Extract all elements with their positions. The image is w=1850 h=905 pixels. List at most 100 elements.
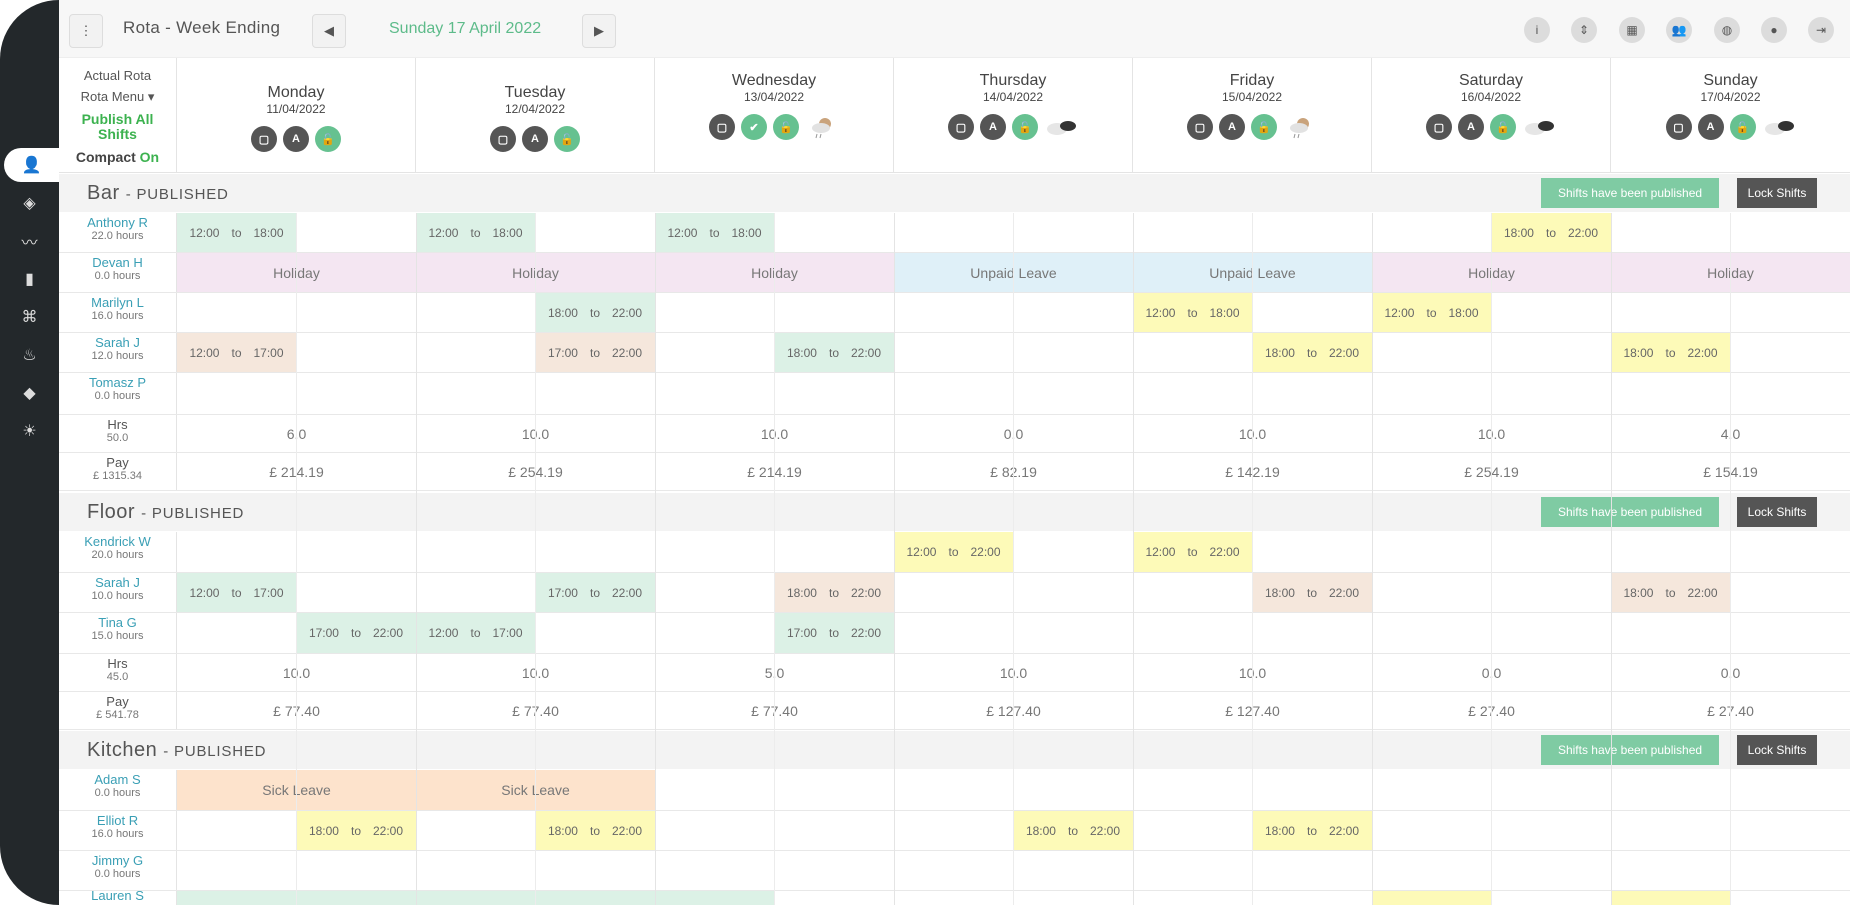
note-icon[interactable]: ▢ [251, 126, 277, 152]
shift-block[interactable]: 18:00 to 22:00 [1252, 333, 1372, 372]
profile-icon[interactable]: ● [1761, 17, 1787, 43]
shift-block[interactable]: 18:00 to 22:00 [1252, 573, 1372, 612]
unlock-icon[interactable]: 🔓 [315, 126, 341, 152]
auto-assign-icon[interactable]: A [283, 126, 309, 152]
shift-block[interactable]: 18:00 to 22:00 [1611, 573, 1730, 612]
user-icon[interactable]: 👤 [4, 148, 59, 182]
staff-cell[interactable]: Sarah J 12.0 hours [59, 333, 177, 372]
shift-block[interactable] [1611, 891, 1730, 905]
shift-block[interactable]: 12:00 to 18:00 [416, 213, 535, 252]
unlock-icon[interactable]: 🔓 [554, 126, 580, 152]
diamond-icon[interactable]: ◆ [0, 376, 59, 410]
chart-line-icon[interactable]: 〰 [0, 224, 59, 258]
shift-block[interactable]: 12:00 to 22:00 [894, 532, 1013, 572]
sort-icon[interactable]: ⇕ [1571, 17, 1597, 43]
staff-cell[interactable]: Elliot R 16.0 hours [59, 811, 177, 850]
shift-block[interactable]: 12:00 to 18:00 [1372, 293, 1491, 332]
unlock-icon[interactable]: 🔓 [1012, 114, 1038, 140]
auto-assign-icon[interactable]: A [980, 114, 1006, 140]
shift-block[interactable]: 18:00 to 22:00 [296, 811, 416, 850]
staff-cell[interactable]: Adam S 0.0 hours [59, 770, 177, 810]
next-week-button[interactable]: ▶ [582, 14, 616, 48]
grid-icon[interactable]: ▦ [1619, 17, 1645, 43]
sick-leave-block[interactable]: Sick Leave [177, 770, 416, 810]
staff-cell[interactable]: Tina G 15.0 hours [59, 613, 177, 653]
note-icon[interactable]: ▢ [1187, 114, 1213, 140]
shifts-published-button[interactable]: Shifts have been published [1541, 497, 1719, 527]
users-icon[interactable]: 👥 [1666, 17, 1692, 43]
info-icon[interactable]: i [1524, 17, 1550, 43]
shift-block[interactable]: 18:00 to 22:00 [1252, 811, 1372, 850]
holiday-block[interactable]: Holiday [655, 253, 894, 292]
publish-all-button[interactable]: Publish All Shifts [59, 112, 176, 142]
staff-cell[interactable]: Anthony R 22.0 hours [59, 213, 177, 252]
rota-menu-dropdown[interactable]: Rota Menu ▾ [59, 89, 176, 105]
staff-cell[interactable]: Devan H 0.0 hours [59, 253, 177, 292]
shift-block[interactable]: 18:00 to 22:00 [535, 811, 655, 850]
auto-assign-icon[interactable]: A [1697, 114, 1724, 140]
shifts-published-button[interactable]: Shifts have been published [1541, 735, 1719, 765]
shift-block[interactable]: 12:00 to 22:00 [1133, 532, 1252, 572]
tag-icon[interactable]: ⌘ [0, 300, 59, 334]
staff-cell[interactable]: Jimmy G 0.0 hours [59, 851, 177, 890]
unlock-icon[interactable]: 🔓 [1490, 114, 1516, 140]
shift-block[interactable]: 18:00 to 22:00 [774, 333, 894, 372]
staff-cell[interactable]: Marilyn L 16.0 hours [59, 293, 177, 332]
lightbulb-icon[interactable]: ☀ [0, 414, 59, 448]
note-icon[interactable]: ▢ [948, 114, 974, 140]
unlock-icon[interactable]: 🔓 [773, 114, 799, 140]
book-icon[interactable]: ▮ [0, 262, 59, 296]
shift-block[interactable] [416, 891, 655, 905]
shift-block[interactable]: 12:00 to 18:00 [177, 213, 296, 252]
fire-icon[interactable]: ♨ [0, 338, 59, 372]
shift-block[interactable]: 17:00 to 22:00 [296, 613, 416, 653]
unpaid-leave-block[interactable]: Unpaid Leave [1133, 253, 1372, 292]
note-icon[interactable]: ▢ [490, 126, 516, 152]
shift-block[interactable] [177, 891, 416, 905]
lock-shifts-button[interactable]: Lock Shifts [1737, 735, 1817, 765]
holiday-block[interactable]: Holiday [1611, 253, 1850, 292]
shift-block[interactable]: 12:00 to 17:00 [416, 613, 535, 653]
holiday-block[interactable]: Holiday [416, 253, 655, 292]
globe-icon[interactable]: ◍ [1714, 17, 1740, 43]
auto-assign-icon[interactable]: A [1458, 114, 1484, 140]
staff-cell[interactable]: Lauren S [59, 891, 177, 905]
shift-block[interactable]: 18:00 to 22:00 [1013, 811, 1133, 850]
note-icon[interactable]: ▢ [709, 114, 735, 140]
sick-leave-block[interactable]: Sick Leave [416, 770, 655, 810]
shift-block[interactable]: 18:00 to 22:00 [535, 293, 655, 332]
unpaid-leave-block[interactable]: Unpaid Leave [894, 253, 1133, 292]
shift-block[interactable]: 12:00 to 17:00 [177, 573, 296, 612]
shift-block[interactable] [1372, 891, 1492, 905]
shift-block[interactable]: 12:00 to 17:00 [177, 333, 296, 372]
shift-block[interactable]: 12:00 to 18:00 [1133, 293, 1252, 332]
shift-block[interactable]: 12:00 to 18:00 [655, 213, 774, 252]
note-icon[interactable]: ▢ [1426, 114, 1452, 140]
kebab-menu-icon[interactable]: ⋮ [69, 14, 103, 48]
holiday-block[interactable]: Holiday [177, 253, 416, 292]
unlock-icon[interactable]: 🔓 [1251, 114, 1277, 140]
lock-shifts-button[interactable]: Lock Shifts [1737, 497, 1817, 527]
lock-shifts-button[interactable]: Lock Shifts [1737, 178, 1817, 208]
shift-block[interactable] [655, 891, 775, 905]
shift-block[interactable]: 18:00 to 22:00 [774, 573, 894, 612]
auto-assign-icon[interactable]: A [1219, 114, 1245, 140]
compact-toggle[interactable]: Compact On [59, 149, 176, 165]
shift-block[interactable]: 17:00 to 22:00 [774, 613, 894, 653]
check-icon[interactable]: ✔ [741, 114, 767, 140]
staff-cell[interactable]: Sarah J 10.0 hours [59, 573, 177, 612]
holiday-block[interactable]: Holiday [1372, 253, 1611, 292]
unlock-icon[interactable]: 🔓 [1729, 114, 1756, 140]
shift-block[interactable]: 17:00 to 22:00 [535, 333, 655, 372]
note-icon[interactable]: ▢ [1665, 114, 1692, 140]
prev-week-button[interactable]: ◀ [312, 14, 346, 48]
shifts-published-button[interactable]: Shifts have been published [1541, 178, 1719, 208]
staff-cell[interactable]: Kendrick W 20.0 hours [59, 532, 177, 572]
layers-icon[interactable]: ◈ [0, 186, 59, 220]
shift-block[interactable]: 17:00 to 22:00 [535, 573, 655, 612]
auto-assign-icon[interactable]: A [522, 126, 548, 152]
shift-block[interactable]: 18:00 to 22:00 [1611, 333, 1730, 372]
logout-icon[interactable]: ⇥ [1808, 17, 1834, 43]
shift-block[interactable]: 18:00 to 22:00 [1491, 213, 1611, 252]
staff-cell[interactable]: Tomasz P 0.0 hours [59, 373, 177, 414]
